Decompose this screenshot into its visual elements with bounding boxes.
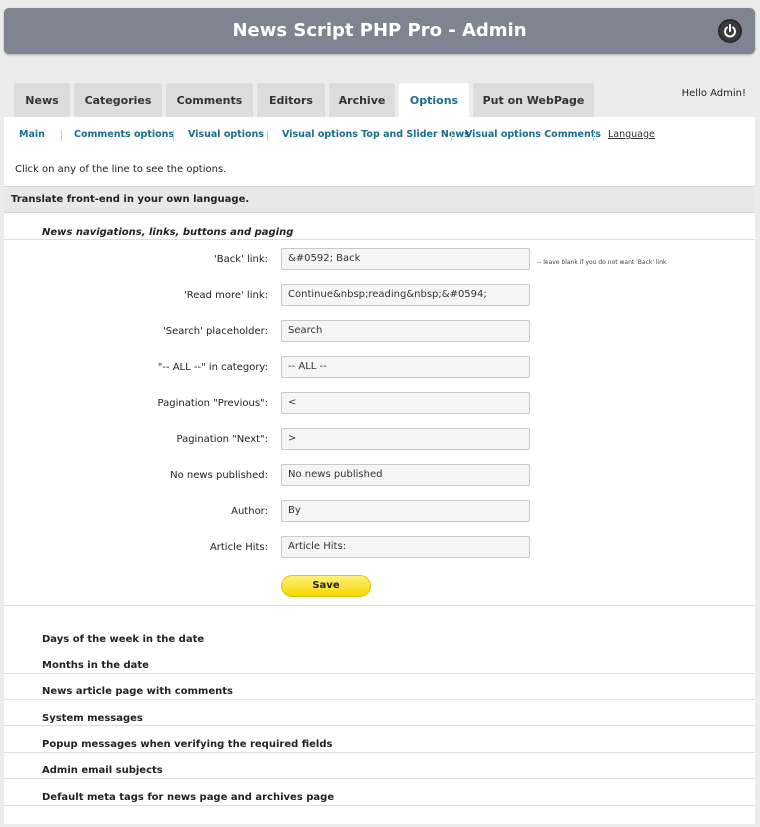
subnav-separator: [267, 130, 268, 141]
app-title: News Script PHP Pro - Admin: [232, 20, 527, 41]
subnav-separator: [451, 130, 452, 141]
subsection-title: News navigations, links, buttons and pag…: [42, 227, 294, 238]
section-default-meta-tags[interactable]: Default meta tags for news page and arch…: [42, 792, 334, 803]
subnav-separator: [173, 130, 174, 141]
greeting: Hello Admin!: [681, 88, 746, 99]
divider: [4, 805, 755, 806]
section-title[interactable]: Translate front-end in your own language…: [11, 194, 249, 205]
search-placeholder-input[interactable]: Search: [281, 320, 530, 342]
search-placeholder-label: 'Search' placeholder:: [163, 326, 268, 337]
author-input[interactable]: By: [281, 500, 530, 522]
save-button[interactable]: Save: [281, 575, 371, 597]
subnav-comments-options[interactable]: Comments options: [74, 129, 174, 140]
subnav-language[interactable]: Language: [608, 129, 655, 140]
back-link-label: 'Back' link:: [213, 254, 268, 265]
options-panel: Main Comments options Visual options Vis…: [4, 117, 755, 824]
all-category-input[interactable]: -- ALL --: [281, 356, 530, 378]
tab-options[interactable]: Options: [399, 83, 469, 119]
back-link-note: -- leave blank if you do not want 'Back'…: [537, 259, 667, 266]
subnav-separator: [61, 130, 62, 141]
subnav-separator: [593, 130, 594, 141]
article-hits-input[interactable]: Article Hits:: [281, 536, 530, 558]
section-days-of-week[interactable]: Days of the week in the date: [42, 634, 204, 645]
subnav-main[interactable]: Main: [19, 129, 45, 140]
pagination-previous-label: Pagination "Previous":: [157, 398, 268, 409]
divider: [4, 605, 755, 606]
divider: [4, 239, 755, 240]
section-months[interactable]: Months in the date: [42, 660, 149, 671]
app-header: News Script PHP Pro - Admin: [4, 8, 755, 54]
no-news-input[interactable]: No news published: [281, 464, 530, 486]
pagination-previous-input[interactable]: <: [281, 392, 530, 414]
subnav-visual-options[interactable]: Visual options: [188, 129, 264, 140]
read-more-input[interactable]: Continue&nbsp;reading&nbsp;&#0594;: [281, 284, 530, 306]
back-link-input[interactable]: &#0592; Back: [281, 248, 530, 270]
author-label: Author:: [231, 506, 268, 517]
tab-comments[interactable]: Comments: [166, 83, 253, 118]
divider: [4, 752, 755, 753]
pagination-next-input[interactable]: >: [281, 428, 530, 450]
instruction-text: Click on any of the line to see the opti…: [15, 164, 227, 175]
subnav-visual-options-comments[interactable]: Visual options Comments: [465, 129, 601, 140]
all-category-label: "-- ALL --" in category:: [157, 362, 268, 373]
divider: [4, 673, 755, 674]
tab-archive[interactable]: Archive: [329, 83, 395, 118]
no-news-label: No news published:: [170, 470, 268, 481]
divider: [4, 725, 755, 726]
section-system-messages[interactable]: System messages: [42, 713, 143, 724]
pagination-next-label: Pagination "Next":: [176, 434, 269, 445]
tab-editors[interactable]: Editors: [257, 83, 325, 118]
read-more-label: 'Read more' link:: [184, 290, 268, 301]
tab-news[interactable]: News: [14, 83, 70, 118]
tab-categories[interactable]: Categories: [74, 83, 162, 118]
divider: [4, 778, 755, 779]
section-popup-messages[interactable]: Popup messages when verifying the requir…: [42, 739, 332, 750]
section-translate[interactable]: Translate front-end in your own language…: [4, 186, 755, 213]
tab-put-on-webpage[interactable]: Put on WebPage: [473, 83, 594, 118]
subnav-visual-options-top-slider[interactable]: Visual options Top and Slider News: [282, 129, 470, 140]
section-admin-email-subjects[interactable]: Admin email subjects: [42, 765, 163, 776]
article-hits-label: Article Hits:: [209, 542, 268, 553]
section-news-article-page[interactable]: News article page with comments: [42, 686, 233, 697]
divider: [4, 699, 755, 700]
power-icon[interactable]: [718, 19, 742, 43]
